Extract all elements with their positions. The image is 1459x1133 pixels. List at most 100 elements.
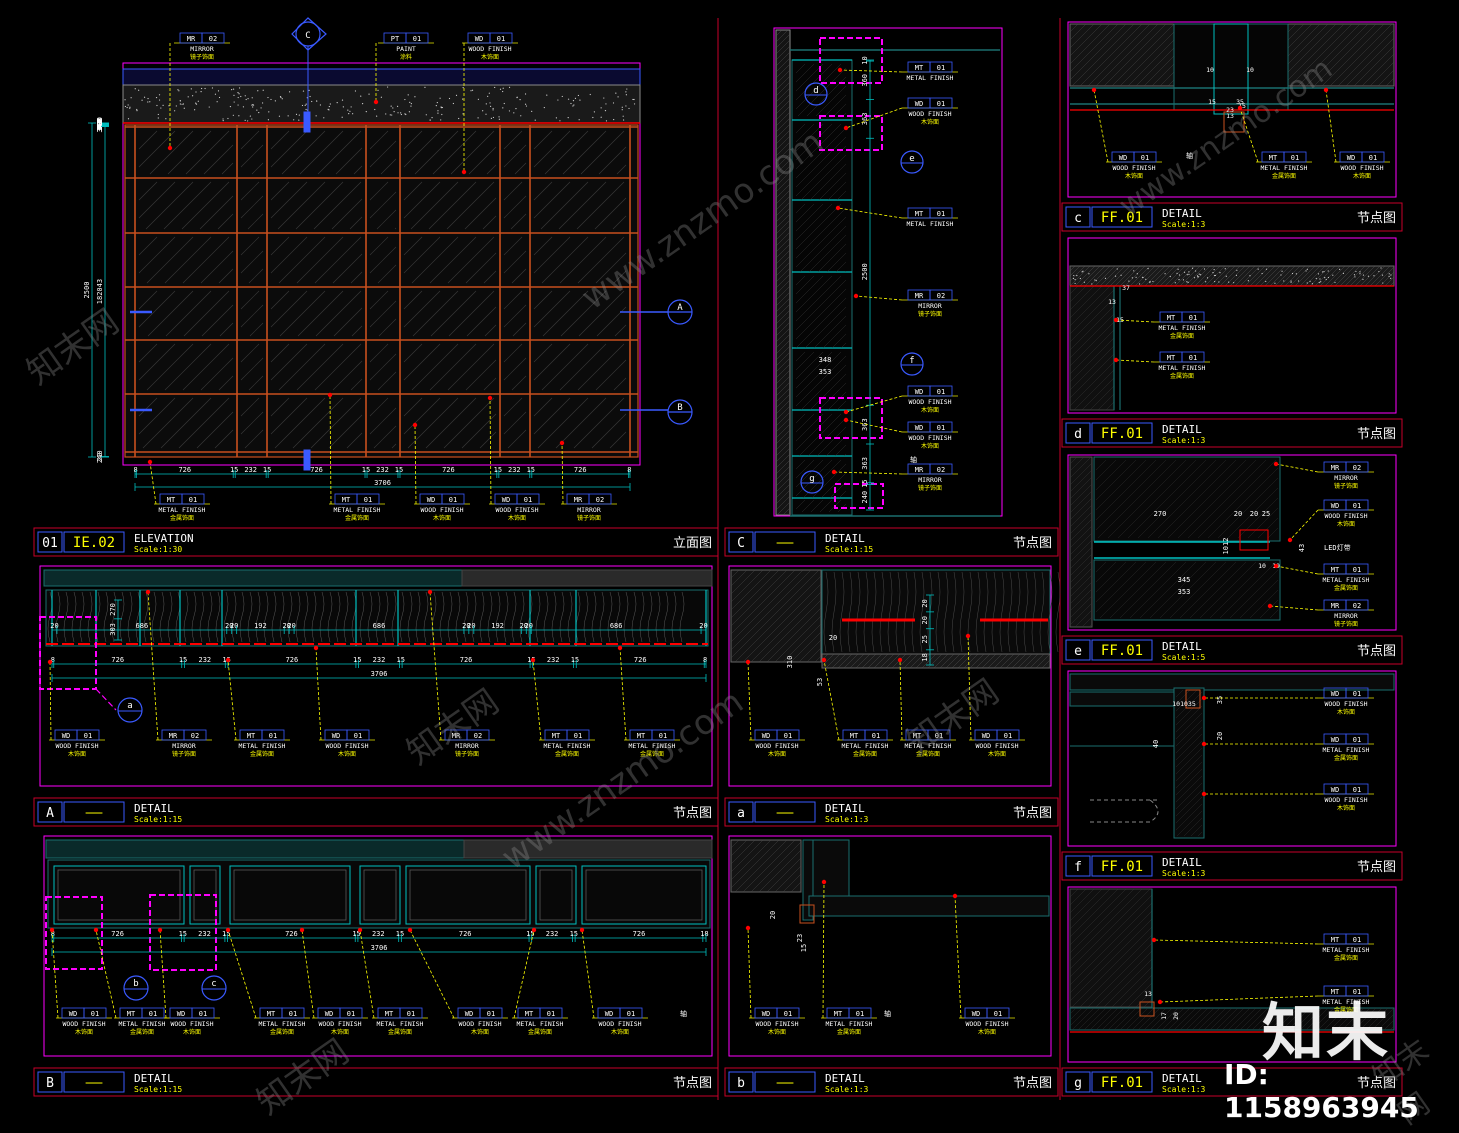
soffit-texture-dot (414, 96, 415, 97)
soffit-texture-dot (504, 103, 505, 104)
detail-marker: f (901, 353, 923, 375)
leader-line (1240, 108, 1258, 162)
soffit-texture-dot (351, 106, 352, 107)
slab-texture-dot (1236, 275, 1237, 276)
soffit-texture-dot (238, 115, 239, 116)
slab-texture-dot (1149, 281, 1150, 282)
marker-label: A (677, 303, 683, 313)
soffit-texture-dot (377, 90, 378, 91)
dim-value: 20 (921, 599, 929, 607)
soffit-texture-dot (568, 99, 569, 100)
wall-section (776, 30, 790, 515)
material-tag: MT 01 METAL FINISH金属饰面 (234, 730, 290, 758)
note-label: 轴 (910, 455, 917, 464)
tag-name-cn: 木饰面 (978, 1028, 996, 1036)
soffit-texture-dot (513, 112, 514, 113)
slab-texture-dot (1145, 279, 1146, 280)
leader-line (1326, 90, 1336, 162)
dim-value: 13 (1108, 298, 1116, 306)
tag-number: 01 (1189, 314, 1197, 322)
soffit-texture-dot (494, 87, 495, 88)
soffit-texture-dot (498, 116, 499, 117)
dim-value: 345 (1178, 576, 1191, 584)
soffit-texture-dot (387, 86, 388, 87)
soffit-texture-dot (251, 118, 252, 119)
soffit-texture-dot (493, 117, 494, 118)
leader-dot (1288, 538, 1292, 542)
leader-dot (1268, 604, 1272, 608)
soffit-texture-dot (270, 99, 271, 100)
tag-number: 01 (524, 496, 532, 504)
dim-value: 232 (376, 466, 389, 474)
tag-code: WD (915, 388, 923, 396)
soffit-texture-dot (349, 111, 350, 112)
slab-texture-dot (1382, 275, 1383, 276)
soffit-texture-dot (601, 107, 602, 108)
soffit-texture-dot (436, 105, 437, 106)
title-text: DETAIL (1162, 640, 1202, 653)
title-letter: 01 (42, 536, 58, 551)
material-tag: WD 01 WOOD FINISH木饰面 (164, 1008, 220, 1036)
title-block-b: b —— DETAILScale:1:3 节点图 (725, 1068, 1058, 1096)
soffit-texture-dot (217, 101, 218, 102)
tag-code: WD (972, 1010, 980, 1018)
dim-value: 726 (460, 656, 473, 664)
soffit-texture-dot (526, 105, 527, 106)
slab-texture-dot (1179, 274, 1180, 275)
tag-number: 02 (191, 732, 199, 740)
leader-dot (854, 294, 858, 298)
leader-dot (822, 880, 826, 884)
title-scale: Scale:1:3 (825, 1085, 869, 1094)
soffit-texture-dot (128, 104, 129, 105)
tag-number: 01 (354, 732, 362, 740)
soffit-texture-dot (485, 114, 486, 115)
dim-value: 232 (199, 656, 212, 664)
slab-texture-dot (1354, 276, 1355, 277)
material-tag: MR 02MIRROR镜子饰面 (902, 290, 958, 318)
soffit-texture-dot (605, 110, 606, 111)
title-block-f: f FF.01 DETAILScale:1:3 节点图 (1062, 852, 1402, 880)
tag-code: WD (69, 1010, 77, 1018)
soffit-texture-dot (227, 118, 228, 119)
title-scale: Scale:1:15 (134, 1085, 182, 1094)
soffit-texture-dot (268, 119, 269, 120)
title-letter: g (1074, 1076, 1082, 1091)
leader-dot (746, 926, 750, 930)
title-block-A: A —— DETAILScale:1:15 节点图 (34, 798, 718, 826)
slab-texture-dot (1215, 275, 1216, 276)
title-scale: Scale:1:30 (134, 545, 182, 554)
slab-texture-dot (1332, 275, 1333, 276)
tag-name-cn: 金属饰面 (1170, 332, 1194, 340)
soffit-texture-dot (195, 91, 196, 92)
soffit-texture-dot (449, 98, 450, 99)
soffit-texture-dot (136, 110, 137, 111)
slab-texture-dot (1170, 276, 1171, 277)
leader-dot (314, 646, 318, 650)
dim-value: 726 (574, 466, 587, 474)
tag-name: WOOD FINISH (170, 1020, 213, 1028)
tag-number: 01 (574, 732, 582, 740)
tag-code: WD (427, 496, 435, 504)
tag-name-cn: 金属饰面 (1334, 954, 1358, 962)
leader-line (582, 930, 594, 1018)
title-text: DETAIL (825, 532, 865, 545)
dim-value: 15 (861, 479, 869, 487)
frame-section (813, 840, 849, 896)
soffit-texture-dot (329, 106, 330, 107)
tag-name-cn: 木饰面 (921, 406, 939, 414)
tag-name-cn: 金属饰面 (170, 514, 194, 522)
slab-texture-dot (1228, 282, 1229, 283)
detail-marker: c (202, 976, 226, 1000)
soffit-texture-dot (234, 101, 235, 102)
slab-texture-dot (1147, 268, 1148, 269)
tag-name: WOOD FINISH (975, 742, 1018, 750)
title-letter: c (1074, 211, 1082, 226)
slab-texture-dot (1292, 273, 1293, 274)
soffit-texture-dot (409, 111, 410, 112)
tag-number: 01 (1141, 154, 1149, 162)
soffit-texture-dot (252, 97, 253, 98)
tag-code: WD (475, 35, 483, 43)
soffit-texture-dot (579, 119, 580, 120)
dim-value: 25 (1262, 510, 1270, 518)
leader-dot (822, 658, 826, 662)
